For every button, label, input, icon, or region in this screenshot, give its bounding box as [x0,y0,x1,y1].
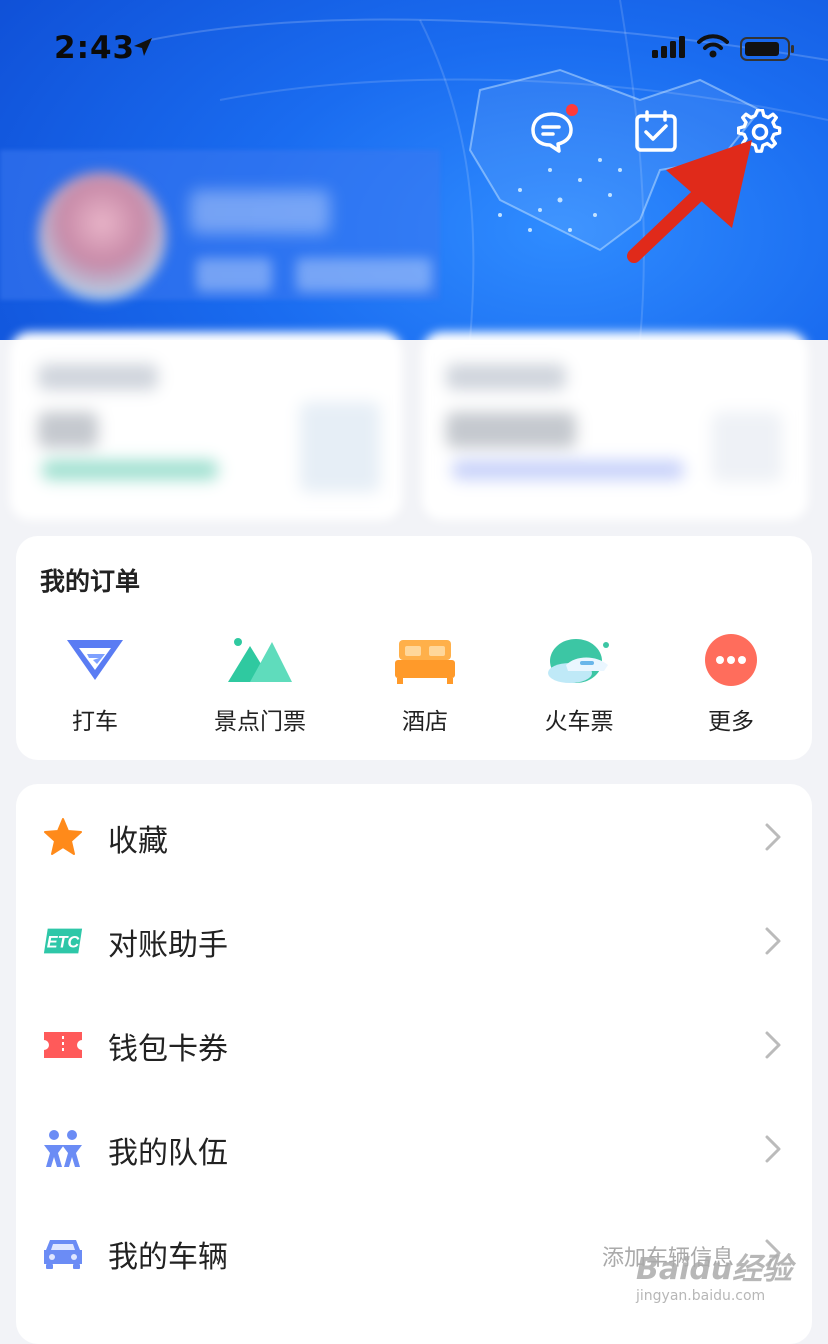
ticket-icon [44,1032,82,1058]
etc-icon: ETC [43,928,83,954]
more-icon [705,634,757,686]
menu-item-favorites[interactable]: 收藏 [16,784,812,888]
order-more-button[interactable]: 更多 [656,632,806,736]
chevron-right-icon [765,1031,781,1059]
chevron-right-icon [765,823,781,851]
my-orders-card: 我的订单 打车 景点门票 酒店 火车票 更多 [16,536,812,760]
profile-tag-blurred [296,258,432,292]
battery-icon [740,37,794,61]
cellular-signal-icon [652,36,685,58]
menu-item-label: 收藏 [108,824,168,859]
order-label: 更多 [708,709,754,735]
menu-item-label: 我的队伍 [108,1136,228,1171]
watermark-logo: Baidu经验 [636,1252,793,1287]
train-icon [548,639,609,683]
order-label: 火车票 [544,709,614,735]
chevron-right-icon [765,927,781,955]
location-arrow-icon [134,38,152,56]
menu-item-my-team[interactable]: 我的队伍 [16,1096,812,1200]
orders-title: 我的订单 [40,567,141,596]
bed-icon [395,640,455,684]
avatar[interactable] [38,172,166,300]
wifi-icon [697,34,729,58]
menu-item-label: 我的车辆 [108,1240,228,1275]
stat-card-blurred[interactable] [10,332,402,520]
order-label: 酒店 [402,709,448,735]
order-label: 打车 [72,709,118,735]
watermark-url: jingyan.baidu.com [636,1288,766,1304]
menu-item-reconciliation[interactable]: ETC 对账助手 [16,888,812,992]
chevron-right-icon [765,1135,781,1163]
order-train-button[interactable]: 火车票 [504,632,654,736]
order-taxi-button[interactable]: 打车 [20,632,170,736]
status-bar: 2:43 [0,0,828,100]
message-unread-dot [566,104,578,116]
svg-text:ETC: ETC [47,934,80,952]
menu-item-wallet-coupons[interactable]: 钱包卡券 [16,992,812,1096]
profile-tag-blurred [196,258,272,292]
menu-item-label: 对账助手 [108,928,228,963]
menu-item-label: 钱包卡券 [108,1032,228,1067]
order-hotel-button[interactable]: 酒店 [350,632,500,736]
star-icon [44,818,82,855]
taxi-icon [67,640,123,680]
username-blurred [190,190,330,234]
stat-card-blurred[interactable] [422,332,808,520]
team-icon [44,1130,82,1167]
order-label: 景点门票 [214,709,306,735]
status-time: 2:43 [54,30,136,66]
annotation-arrow-icon [627,140,752,263]
order-tickets-button[interactable]: 景点门票 [185,632,335,736]
mountain-icon [228,638,292,682]
car-icon [44,1240,82,1269]
